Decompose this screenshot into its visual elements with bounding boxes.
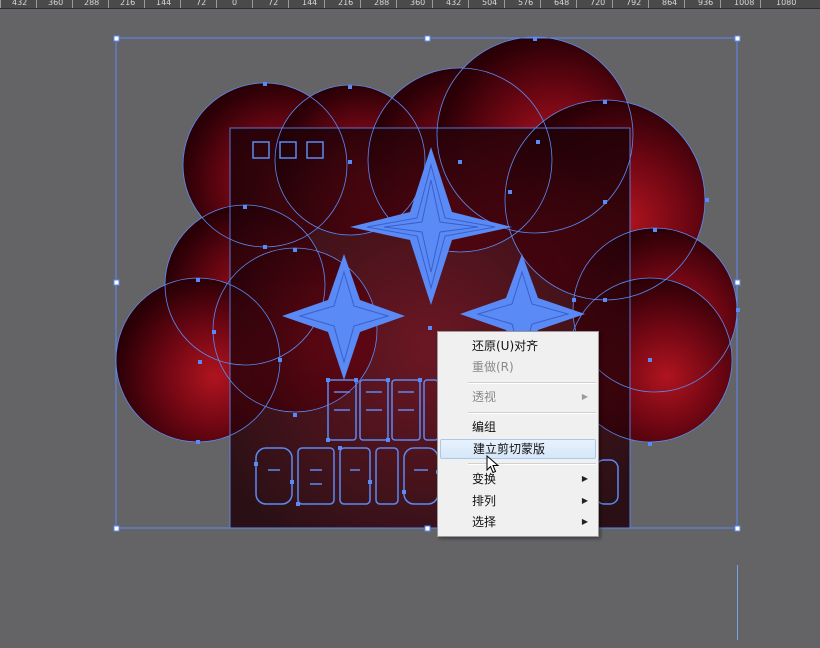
ruler-tick	[720, 0, 721, 8]
menu-separator	[468, 382, 596, 384]
menu-item-label: 重做(R)	[472, 360, 514, 374]
ruler-label: 288	[84, 0, 100, 7]
ruler-tick	[360, 0, 361, 8]
ruler-label: 360	[410, 0, 426, 7]
menu-item-label: 编组	[472, 420, 497, 434]
ruler-tick	[288, 0, 289, 8]
ruler-tick	[252, 0, 253, 8]
ruler-label: 1080	[776, 0, 797, 7]
ruler-label: 72	[196, 0, 207, 7]
menu-item-redo[interactable]: 重做(R)	[440, 357, 596, 377]
ruler-label: 864	[662, 0, 678, 7]
ruler-label: 792	[626, 0, 642, 7]
menu-item-label: 排列	[472, 494, 497, 508]
ruler-label: 216	[120, 0, 136, 7]
menu-item-label: 透视	[472, 390, 497, 404]
ruler-tick	[468, 0, 469, 8]
ruler-tick	[504, 0, 505, 8]
triangle-right-icon: ▶	[581, 496, 588, 505]
ruler-tick	[36, 0, 37, 8]
menu-separator	[468, 412, 596, 414]
ruler-label: 144	[156, 0, 172, 7]
ruler-label: 288	[374, 0, 390, 7]
ruler-tick	[648, 0, 649, 8]
ruler-label: 432	[446, 0, 462, 7]
ruler-tick	[396, 0, 397, 8]
ruler-tick	[72, 0, 73, 8]
menu-item-label: 还原(U)对齐	[472, 339, 539, 353]
horizontal-ruler[interactable]: 432 360 288 216 144 72 0 72 144 216 288 …	[0, 0, 820, 9]
menu-item-group[interactable]: 编组	[440, 417, 596, 437]
ruler-label: 0	[232, 0, 238, 7]
artwork-canvas[interactable]	[0, 9, 820, 648]
menu-item-select[interactable]: 选择 ▶	[440, 512, 596, 532]
ruler-tick	[540, 0, 541, 8]
ruler-label: 432	[12, 0, 28, 7]
ruler-label: 360	[48, 0, 64, 7]
ruler-tick	[576, 0, 577, 8]
ruler-tick	[432, 0, 433, 8]
context-menu[interactable]: 还原(U)对齐 重做(R) 透视 ▶ 编组 建立剪切蒙版 变换 ▶ 排列 ▶ 选…	[437, 331, 599, 537]
ruler-label: 1008	[734, 0, 755, 7]
guide-line	[737, 565, 738, 640]
ruler-tick	[108, 0, 109, 8]
triangle-right-icon: ▶	[581, 517, 588, 526]
ruler-tick	[760, 0, 761, 8]
ruler-tick	[180, 0, 181, 8]
ruler-tick	[144, 0, 145, 8]
triangle-right-icon: ▶	[581, 392, 588, 401]
ruler-label: 72	[268, 0, 279, 7]
ruler-tick	[612, 0, 613, 8]
ruler-label: 936	[698, 0, 714, 7]
menu-item-undo-align[interactable]: 还原(U)对齐	[440, 336, 596, 356]
menu-item-label: 建立剪切蒙版	[473, 442, 546, 456]
menu-item-perspective[interactable]: 透视 ▶	[440, 387, 596, 407]
ruler-tick	[684, 0, 685, 8]
ruler-tick	[216, 0, 217, 8]
menu-item-label: 选择	[472, 515, 497, 529]
ruler-tick	[0, 0, 1, 8]
ruler-label: 216	[338, 0, 354, 7]
triangle-right-icon: ▶	[581, 474, 588, 483]
ruler-tick	[324, 0, 325, 8]
menu-item-transform[interactable]: 变换 ▶	[440, 469, 596, 489]
arrow-pointer-icon	[486, 455, 500, 474]
ruler-label: 504	[482, 0, 498, 7]
menu-item-make-clipping-mask[interactable]: 建立剪切蒙版	[440, 439, 596, 459]
ruler-label: 144	[302, 0, 318, 7]
ruler-label: 648	[554, 0, 570, 7]
ruler-label: 720	[590, 0, 606, 7]
ruler-label: 576	[518, 0, 534, 7]
menu-item-arrange[interactable]: 排列 ▶	[440, 491, 596, 511]
